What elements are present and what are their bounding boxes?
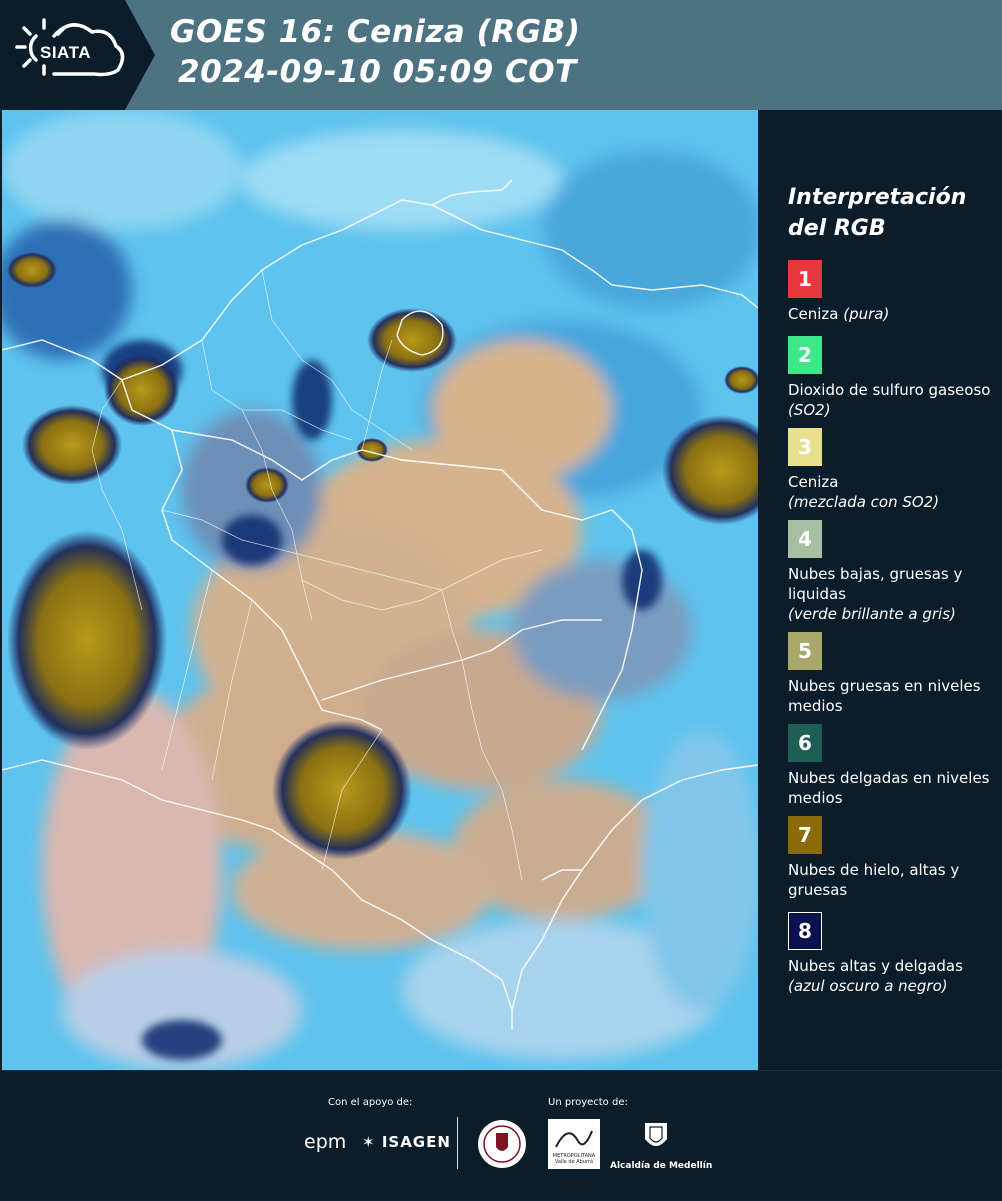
legend-swatch-6: 6: [788, 724, 822, 762]
legend-item-3: 3 Ceniza (mezclada con SO2): [788, 428, 998, 512]
legend-label-6: Nubes delgadas en niveles medios: [788, 769, 990, 807]
footer: Con el apoyo de: Un proyecto de: epm ✶ I…: [0, 1070, 1002, 1201]
legend-swatch-8: 8: [788, 912, 822, 950]
legend-panel: Interpretación del RGB 1 Ceniza (pura) 2…: [760, 110, 1002, 1070]
epm-logo: epm: [304, 1131, 347, 1153]
legend-item-6: 6 Nubes delgadas en niveles medios: [788, 724, 998, 808]
satellite-rgb-image: [2, 110, 758, 1070]
legend-swatch-1: 1: [788, 260, 822, 298]
project-label: Un proyecto de:: [548, 1097, 628, 1108]
legend-item-1: 1 Ceniza (pura): [788, 260, 998, 324]
area-logo-mark-icon: [555, 1130, 593, 1148]
isagen-mark-icon: ✶: [362, 1133, 376, 1151]
support-label: Con el apoyo de:: [328, 1097, 413, 1108]
isagen-logo-text: ISAGEN: [381, 1133, 451, 1151]
legend-label-5: Nubes gruesas en niveles medios: [788, 677, 981, 715]
legend-title-line1: Interpretación: [788, 185, 967, 210]
legend-swatch-5: 5: [788, 632, 822, 670]
legend-label-3: Ceniza (mezclada con SO2): [788, 473, 940, 511]
legend-note-4: (verde brillante a gris): [788, 605, 956, 623]
area-logo-text: METROPOLITANA Valle de Aburrá: [552, 1153, 596, 1165]
institutional-seal-icon: [478, 1120, 526, 1168]
legend-note-8: (azul oscuro a negro): [788, 977, 948, 995]
page-datetime: 2024-09-10 05:09 COT: [178, 54, 577, 90]
legend-swatch-7: 7: [788, 816, 822, 854]
legend-note-2: (SO2): [788, 401, 831, 419]
legend-item-2: 2 Dioxido de sulfuro gaseoso (SO2): [788, 336, 998, 420]
alcaldia-crest-icon: [645, 1123, 667, 1146]
legend-title-line2: del RGB: [788, 216, 886, 241]
legend-label-7: Nubes de hielo, altas y gruesas: [788, 861, 960, 899]
legend-label-1: Ceniza (pura): [788, 305, 890, 323]
legend-label-4: Nubes bajas, gruesas y liquidas (verde br…: [788, 565, 963, 623]
legend-label-8: Nubes altas y delgadas (azul oscuro a neg…: [788, 957, 963, 995]
legend-item-7: 7 Nubes de hielo, altas y gruesas: [788, 816, 998, 900]
logo-block: SIATA: [0, 0, 155, 110]
legend-item-8: 8 Nubes altas y delgadas (azul oscuro a n…: [788, 912, 998, 996]
legend-swatch-3: 3: [788, 428, 822, 466]
footer-divider: [457, 1117, 458, 1169]
legend-note-3: (mezclada con SO2): [788, 493, 940, 511]
legend-title: Interpretación del RGB: [788, 182, 988, 244]
legend-item-5: 5 Nubes gruesas en niveles medios: [788, 632, 998, 716]
header-bar: SIATA GOES 16: Ceniza (RGB) 2024-09-10 0…: [0, 0, 1002, 110]
alcaldia-text: Alcaldía de Medellín: [610, 1161, 713, 1171]
legend-item-4: 4 Nubes bajas, gruesas y liquidas (verde …: [788, 520, 998, 624]
siata-logo-text: SIATA: [40, 43, 91, 62]
isagen-logo: ✶ ISAGEN: [362, 1133, 451, 1151]
area-metropolitana-logo: METROPOLITANA Valle de Aburrá: [548, 1119, 600, 1169]
legend-note-1: (pura): [843, 305, 890, 323]
legend-swatch-4: 4: [788, 520, 822, 558]
satellite-map: [2, 110, 758, 1070]
page-title: GOES 16: Ceniza (RGB): [170, 14, 581, 50]
legend-label-2: Dioxido de sulfuro gaseoso (SO2): [788, 381, 991, 419]
legend-swatch-2: 2: [788, 336, 822, 374]
